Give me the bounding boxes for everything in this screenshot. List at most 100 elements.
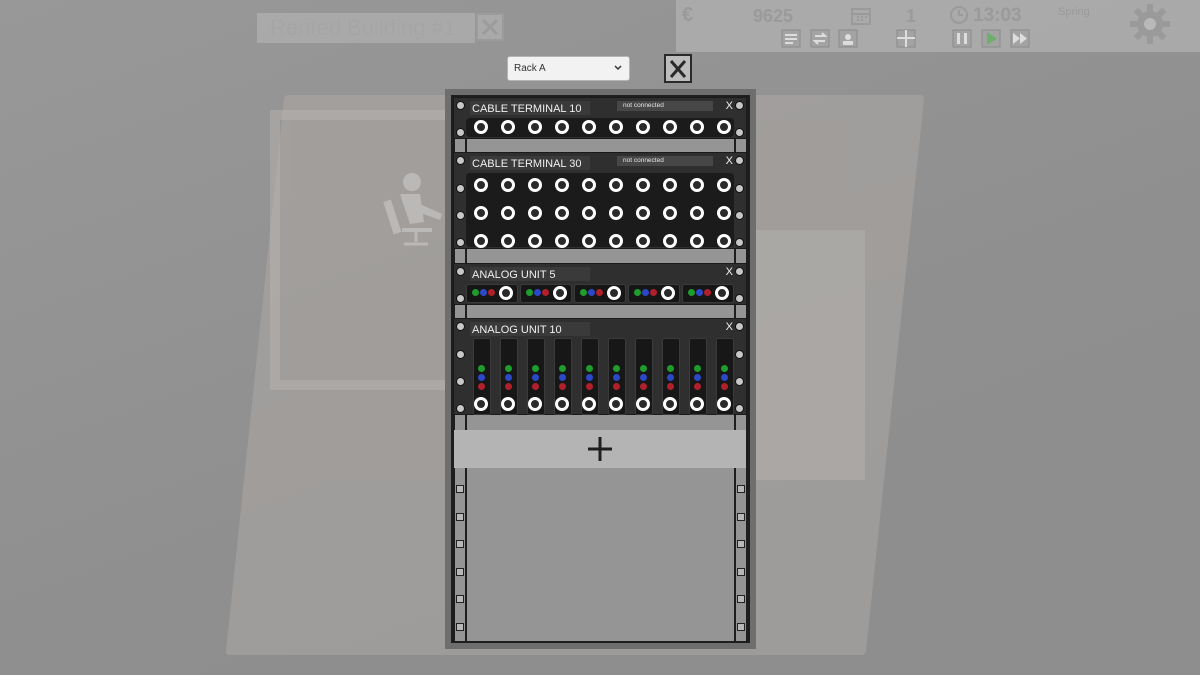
analog-channel[interactable] [466, 284, 518, 303]
gear-icon[interactable] [1128, 2, 1172, 46]
remove-unit-button[interactable]: X [726, 321, 733, 333]
cable-port[interactable] [582, 120, 596, 134]
cable-port[interactable] [609, 234, 623, 248]
cable-port[interactable] [715, 286, 729, 300]
cable-port[interactable] [690, 178, 704, 192]
cable-port[interactable] [528, 120, 542, 134]
cable-port[interactable] [474, 178, 488, 192]
cable-port[interactable] [690, 206, 704, 220]
connection-dropdown[interactable]: not connected [617, 156, 713, 166]
cable-port[interactable] [499, 286, 513, 300]
cable-port[interactable] [501, 120, 515, 134]
cable-port[interactable] [663, 120, 677, 134]
port-panel [466, 173, 734, 248]
rail-hole [737, 623, 745, 631]
cable-port[interactable] [555, 397, 569, 411]
status-led [586, 383, 593, 390]
rack-unit-analog-5[interactable]: ANALOG UNIT 5 X [453, 263, 747, 305]
cable-port[interactable] [474, 206, 488, 220]
report-icon[interactable] [781, 29, 801, 48]
cable-port[interactable] [636, 120, 650, 134]
analog-channel[interactable] [628, 284, 680, 303]
cable-port[interactable] [582, 178, 596, 192]
cable-port[interactable] [582, 206, 596, 220]
building-close-button[interactable] [476, 13, 504, 41]
cable-port[interactable] [609, 206, 623, 220]
status-led [721, 383, 728, 390]
staff-icon[interactable] [838, 29, 858, 48]
cable-port[interactable] [607, 286, 621, 300]
analog-channel[interactable] [520, 284, 572, 303]
cable-port[interactable] [717, 120, 731, 134]
status-led [694, 365, 701, 372]
cable-port[interactable] [661, 286, 675, 300]
cable-port[interactable] [636, 234, 650, 248]
remove-unit-button[interactable]: X [726, 155, 733, 167]
rack-selector-dropdown[interactable]: Rack A [507, 56, 630, 81]
layout-icon[interactable] [896, 29, 916, 48]
close-rack-button[interactable] [664, 54, 692, 83]
cable-port[interactable] [582, 397, 596, 411]
cable-port[interactable] [501, 234, 515, 248]
cable-port[interactable] [636, 206, 650, 220]
cable-port[interactable] [609, 178, 623, 192]
cable-port[interactable] [528, 234, 542, 248]
cable-port[interactable] [555, 206, 569, 220]
analog-channel[interactable] [500, 338, 518, 415]
analog-channel[interactable] [662, 338, 680, 415]
cable-port[interactable] [528, 178, 542, 192]
cable-port[interactable] [663, 178, 677, 192]
analog-channel[interactable] [581, 338, 599, 415]
cable-port[interactable] [636, 178, 650, 192]
rack-unit-analog-10[interactable]: ANALOG UNIT 10 X [453, 318, 747, 415]
add-unit-button[interactable] [454, 430, 746, 468]
analog-channel[interactable] [682, 284, 734, 303]
cable-port[interactable] [636, 397, 650, 411]
cable-port[interactable] [609, 397, 623, 411]
cable-port[interactable] [555, 234, 569, 248]
cable-port[interactable] [528, 206, 542, 220]
cable-port[interactable] [501, 206, 515, 220]
remove-unit-button[interactable]: X [726, 266, 733, 278]
cable-port[interactable] [609, 120, 623, 134]
cable-port[interactable] [528, 397, 542, 411]
cable-port[interactable] [501, 397, 515, 411]
cable-port[interactable] [555, 120, 569, 134]
cable-port[interactable] [717, 234, 731, 248]
remove-unit-button[interactable]: X [726, 100, 733, 112]
rail-hole [737, 595, 745, 603]
analog-channel[interactable] [608, 338, 626, 415]
analog-channel[interactable] [574, 284, 626, 303]
analog-channel[interactable] [473, 338, 491, 415]
analog-channel[interactable] [554, 338, 572, 415]
analog-channel[interactable] [527, 338, 545, 415]
cable-port[interactable] [717, 397, 731, 411]
rack-unit-cable-terminal-10[interactable]: CABLE TERMINAL 10 not connected X [453, 97, 747, 139]
status-led [532, 365, 539, 372]
pause-icon[interactable] [952, 29, 972, 48]
cable-port[interactable] [690, 234, 704, 248]
cable-port[interactable] [582, 234, 596, 248]
play-icon[interactable] [981, 29, 1001, 48]
cable-port[interactable] [717, 206, 731, 220]
cable-port[interactable] [690, 397, 704, 411]
cable-port[interactable] [555, 178, 569, 192]
cable-port[interactable] [553, 286, 567, 300]
cable-port[interactable] [474, 397, 488, 411]
cable-port[interactable] [474, 120, 488, 134]
fast-forward-icon[interactable] [1010, 29, 1030, 48]
rack-unit-cable-terminal-30[interactable]: CABLE TERMINAL 30 not connected X [453, 152, 747, 249]
analog-channel[interactable] [689, 338, 707, 415]
connection-dropdown[interactable]: not connected [617, 101, 713, 111]
cable-port[interactable] [663, 234, 677, 248]
transfer-icon[interactable] [810, 29, 830, 48]
cable-port[interactable] [663, 397, 677, 411]
analog-channel[interactable] [635, 338, 653, 415]
status-led [478, 383, 485, 390]
cable-port[interactable] [501, 178, 515, 192]
cable-port[interactable] [717, 178, 731, 192]
cable-port[interactable] [663, 206, 677, 220]
cable-port[interactable] [690, 120, 704, 134]
analog-channel[interactable] [716, 338, 734, 415]
cable-port[interactable] [474, 234, 488, 248]
